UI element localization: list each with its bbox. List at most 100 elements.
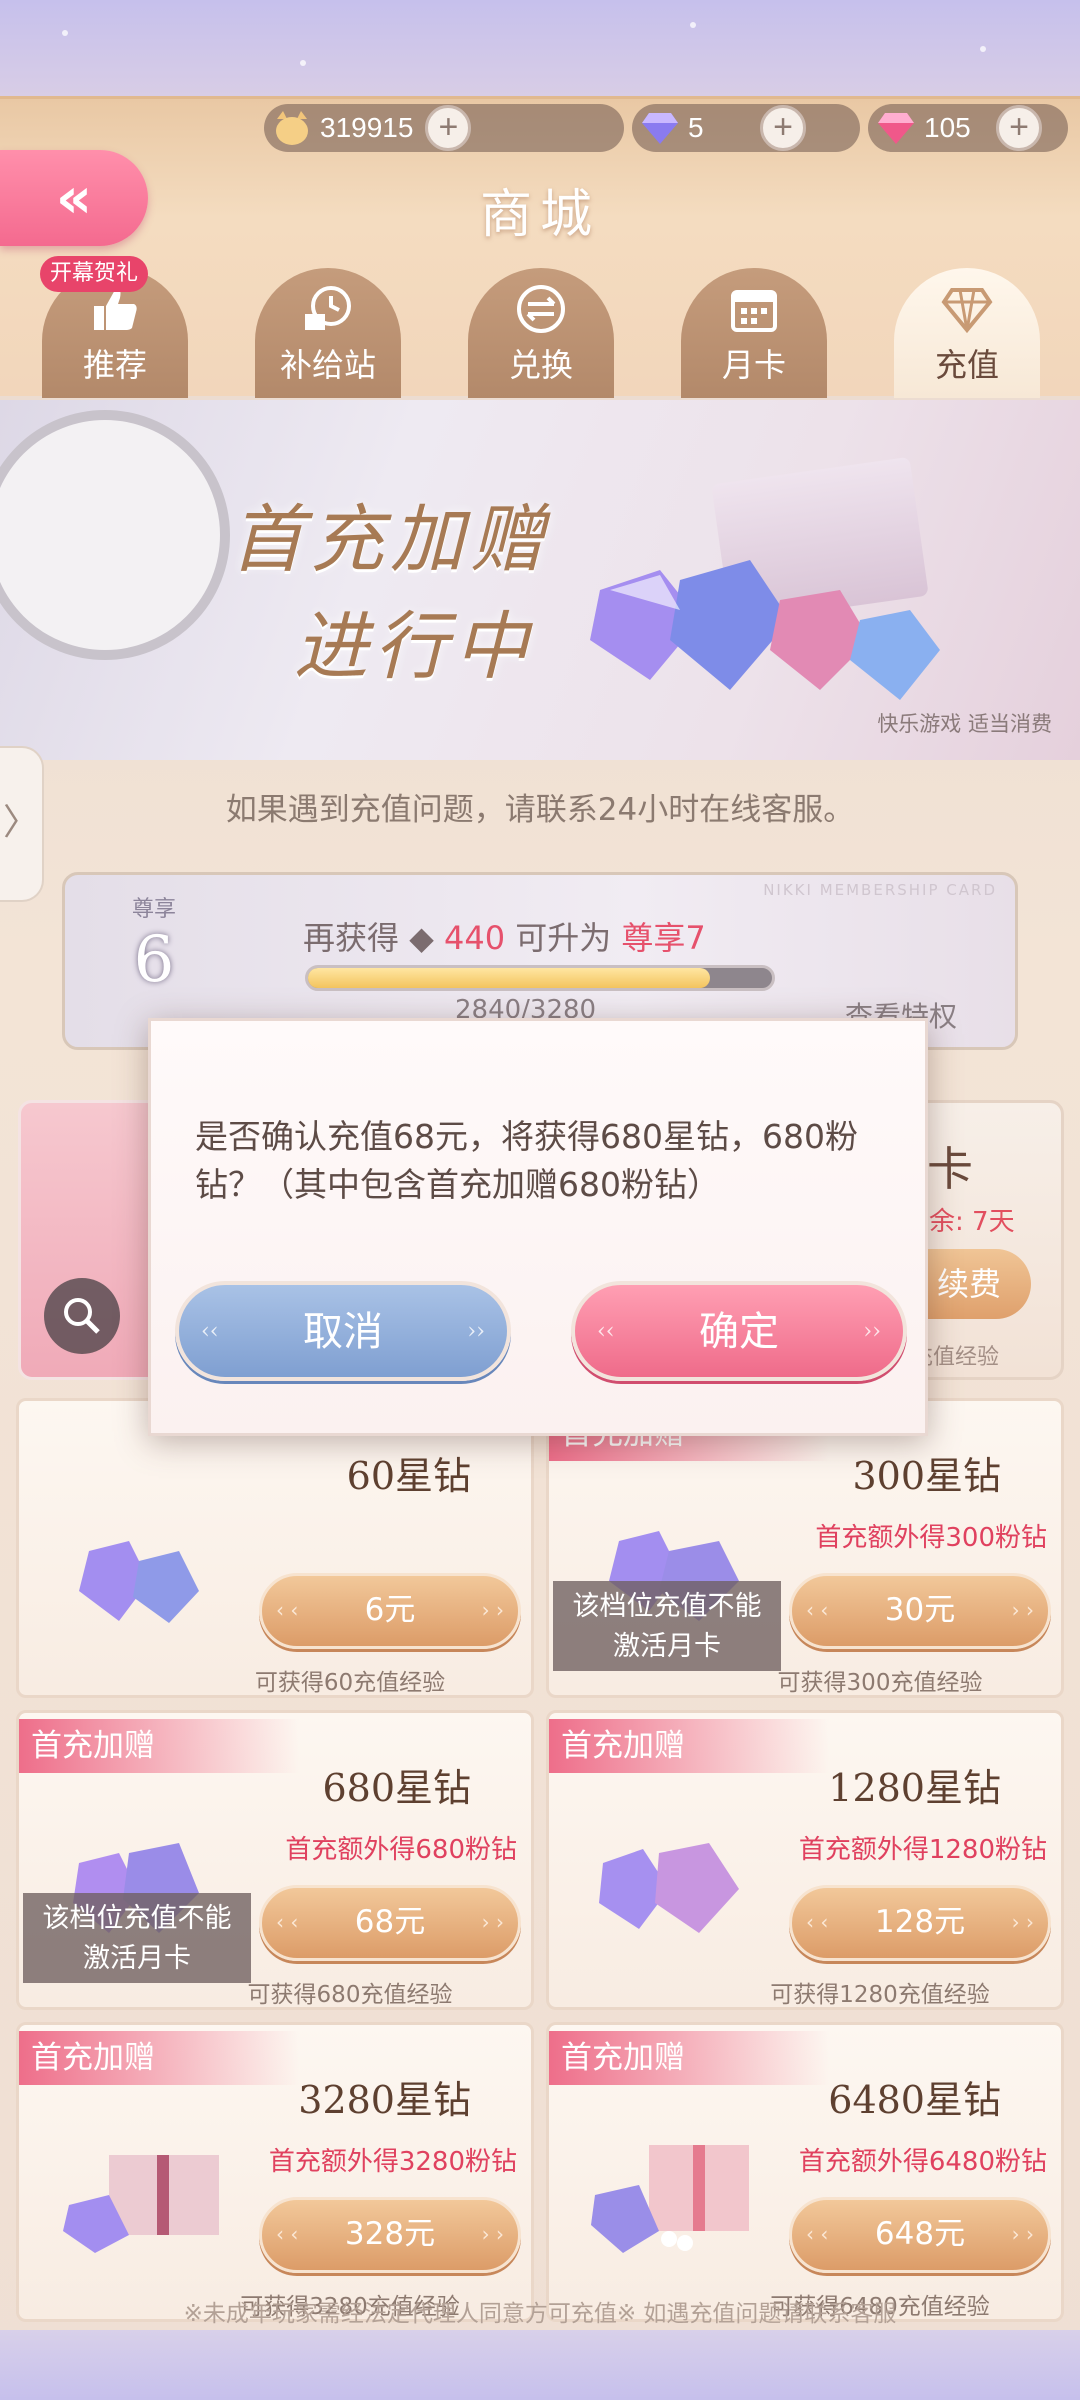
price-button[interactable]: 328元 [259, 2197, 521, 2273]
product-amount: 680星钻 [322, 1766, 471, 1810]
monthly-card-title: 卡 [927, 1142, 973, 1196]
price-button[interactable]: 128元 [789, 1885, 1051, 1961]
first-charge-tag: 首充加赠 [19, 1719, 299, 1773]
dialog-message: 是否确认充值68元，将获得680星钻，680粉钻？（其中包含首充加赠680粉钻） [195, 1117, 858, 1204]
pink-gem-icon [876, 108, 916, 148]
star-gem-icon [640, 108, 680, 148]
search-button[interactable] [44, 1278, 120, 1354]
warn-line2: 激活月卡 [613, 1631, 721, 1662]
price-button[interactable]: 6元 [259, 1573, 521, 1649]
shop-tabs: 推荐 补给站 兑换 月卡 充值 [42, 268, 1042, 398]
search-icon [64, 1298, 100, 1334]
product-card: 首充加赠 300星钻 首充额外得300粉钻 该档位充值不能 激活月卡 30元 可… [546, 1398, 1064, 1698]
product-card: 首充加赠 680星钻 首充额外得680粉钻 该档位充值不能 激活月卡 68元 可… [16, 1710, 534, 2010]
first-charge-banner[interactable]: 首充加赠 进行中 快乐游戏 适当消费 [0, 400, 1080, 760]
needed-amount: 440 [443, 919, 506, 957]
product-amount: 3280星钻 [298, 2078, 471, 2122]
tab-label: 补给站 [279, 346, 376, 384]
gift-box-gems-image [591, 2145, 749, 2253]
membership-watermark: NIKKI MEMBERSHIP CARD [763, 881, 997, 899]
product-amount: 300星钻 [852, 1454, 1001, 1498]
bottom-decoration [0, 2330, 1080, 2400]
tab-supply[interactable]: 补给站 [255, 268, 401, 398]
cancel-button[interactable]: 取消 [175, 1281, 511, 1381]
confirm-recharge-dialog: 是否确认充值68元，将获得680星钻，680粉钻？（其中包含首充加赠680粉钻）… [148, 1018, 928, 1436]
price-button[interactable]: 68元 [259, 1885, 521, 1961]
add-star-gems-button[interactable]: + [760, 105, 806, 151]
level-number: 6 [133, 923, 175, 997]
coin-value: 319915 [320, 112, 414, 143]
level-progress-bar [305, 965, 775, 991]
gift-clock-icon [305, 286, 351, 330]
banner-title-line1: 首充加赠 [230, 497, 550, 583]
first-charge-tag: 首充加赠 [19, 2031, 299, 2085]
level-progress-fill [308, 968, 710, 988]
product-exp: 可获得680充值经验 [247, 1982, 453, 2008]
product-card: 首充加赠 1280星钻 首充额外得1280粉钻 128元 可获得1280充值经验 [546, 1710, 1064, 2010]
star-gem-value: 5 [688, 112, 704, 143]
level-label: 尊享 [131, 897, 176, 922]
gems-image [590, 560, 940, 700]
exchange-icon [517, 285, 565, 333]
confirm-button[interactable]: 确定 [571, 1281, 907, 1381]
banner-title-line2: 进行中 [294, 604, 534, 690]
tab-label: 推荐 [82, 346, 147, 384]
product-bonus: 首充额外得1280粉钻 [798, 1835, 1047, 1865]
warn-line2: 激活月卡 [83, 1943, 191, 1974]
tab-exchange[interactable]: 兑换 [468, 268, 614, 398]
product-card: 60星钻 6元 可获得60充值经验 [16, 1398, 534, 1698]
product-amount: 1280星钻 [828, 1766, 1001, 1810]
product-card: 首充加赠 3280星钻 首充额外得3280粉钻 328元 可获得3280充值经验 [16, 2022, 534, 2322]
tab-label: 充值 [934, 346, 999, 384]
member-level-emblem: 尊享 6 [99, 891, 209, 1021]
clock-decoration [0, 410, 230, 660]
first-charge-tag: 首充加赠 [549, 1719, 829, 1773]
cat-coin-icon [272, 108, 312, 148]
upgrade-hint: 再获得 ◆ 440 可升为 尊享7 [303, 913, 706, 959]
star-gem-icon: ◆ [409, 919, 434, 957]
product-amount: 6480星钻 [828, 2078, 1001, 2122]
tab-label: 月卡 [721, 346, 786, 384]
first-charge-tag: 首充加赠 [549, 2031, 829, 2085]
price-button[interactable]: 30元 [789, 1573, 1051, 1649]
product-exp: 可获得60充值经验 [254, 1670, 446, 1696]
footer-note: ※未成年玩家需经法定代理人同意方可充值※ 如遇充值问题请联系客服 [183, 2301, 897, 2327]
upgrade-mid: 可升为 [515, 919, 612, 957]
no-monthly-card-warning: 该档位充值不能 激活月卡 [23, 1893, 251, 1983]
calendar-icon [731, 290, 777, 332]
pink-gem-value: 105 [924, 112, 971, 143]
pink-gem-counter: 105 + [868, 104, 1068, 152]
banner-title: 首充加赠 进行中 [230, 480, 550, 694]
tab-monthly-card[interactable]: 月卡 [681, 268, 827, 398]
warn-line1: 该档位充值不能 [572, 1591, 762, 1622]
page-title: 商城 [479, 185, 600, 245]
gift-box-gems-image [63, 2155, 219, 2253]
diamond-icon [941, 288, 993, 334]
price-button[interactable]: 648元 [789, 2197, 1051, 2273]
support-notice: 如果遇到充值问题，请联系24小时在线客服。 [225, 792, 855, 828]
tab-recharge[interactable]: 充值 [894, 268, 1040, 398]
coin-counter: 319915 + [264, 104, 624, 152]
upgrade-prefix: 再获得 [303, 919, 400, 957]
gem-pile-image [599, 1843, 739, 1933]
warn-line1: 该档位充值不能 [42, 1903, 232, 1934]
product-bonus: 首充额外得3280粉钻 [268, 2147, 517, 2177]
next-level: 尊享7 [621, 919, 706, 957]
healthy-gaming-note: 快乐游戏 适当消费 [877, 712, 1052, 736]
add-coins-button[interactable]: + [425, 105, 472, 151]
gem-pile-image [79, 1541, 199, 1623]
product-exp: 可获得1280充值经验 [770, 1982, 990, 2008]
product-card: 首充加赠 6480星钻 首充额外得6480粉钻 648元 可获得6480充值经验 [546, 2022, 1064, 2322]
product-bonus: 首充额外得6480粉钻 [798, 2147, 1047, 2177]
product-bonus: 首充额外得680粉钻 [285, 1835, 517, 1865]
no-monthly-card-warning: 该档位充值不能 激活月卡 [553, 1581, 781, 1671]
monthly-card-remaining: 余: 7天 [929, 1207, 1015, 1237]
star-gem-counter: 5 + [632, 104, 860, 152]
currency-bar: 319915 + 5 + 105 + [264, 104, 1068, 152]
add-pink-gems-button[interactable]: + [996, 105, 1042, 151]
tab-label: 兑换 [508, 346, 573, 384]
product-amount: 60星钻 [346, 1454, 471, 1498]
product-exp: 可获得300充值经验 [777, 1670, 983, 1696]
promo-badge: 开幕贺礼 [40, 256, 149, 292]
product-bonus: 首充额外得300粉钻 [815, 1523, 1047, 1553]
